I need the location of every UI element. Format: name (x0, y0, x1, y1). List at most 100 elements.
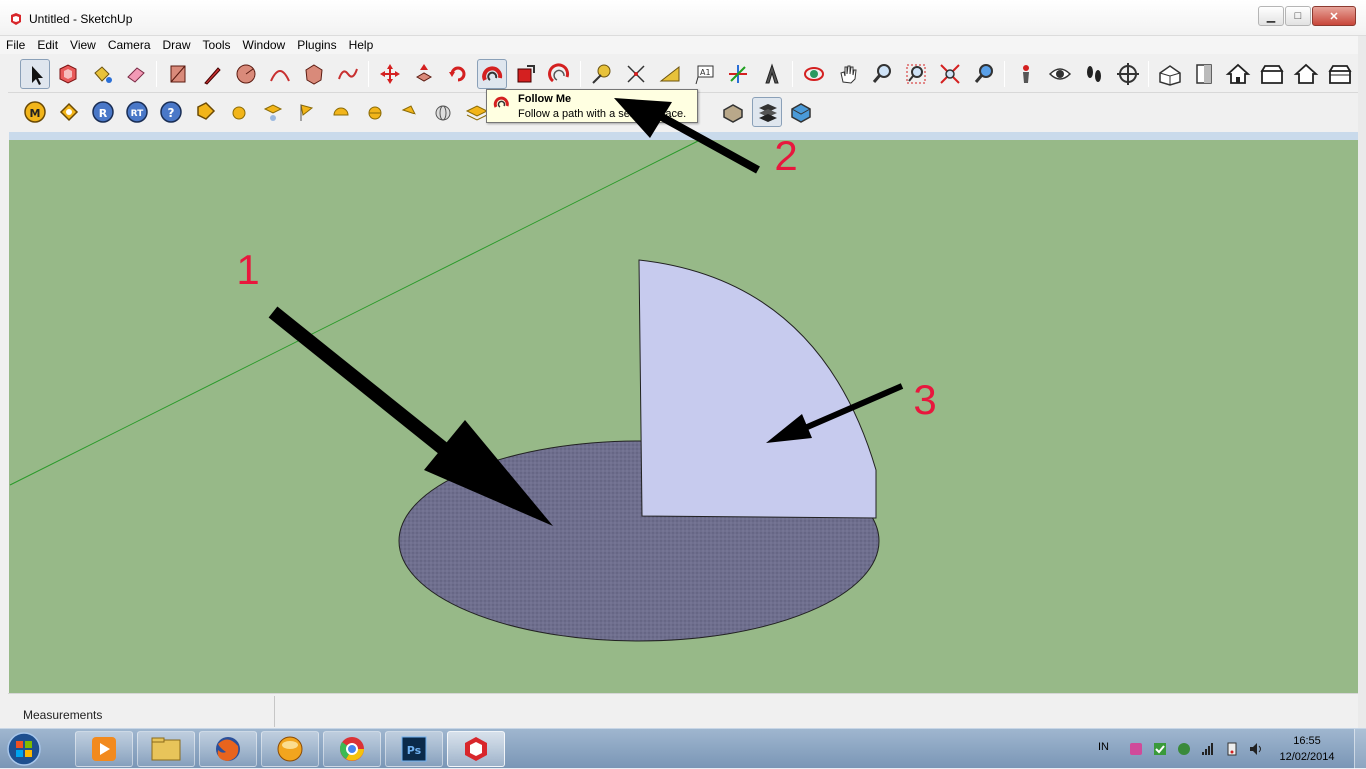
select-tool-icon[interactable] (20, 59, 50, 89)
sketchup-taskbar-icon (465, 737, 487, 761)
rotate-tool-icon[interactable] (443, 59, 473, 89)
maximize-button[interactable]: □ (1285, 6, 1311, 26)
follow-me-icon (493, 96, 509, 108)
walk-tool-icon[interactable] (1079, 59, 1109, 89)
follow-me-icon[interactable] (477, 59, 507, 89)
volume-icon[interactable] (1248, 741, 1264, 757)
menu-draw[interactable]: Draw (157, 36, 197, 54)
plugin-rt-icon[interactable]: RT (122, 97, 152, 127)
minimize-button[interactable]: ▁ (1258, 6, 1284, 26)
menu-file[interactable]: File (0, 36, 31, 54)
sketchup-logo-icon (11, 13, 21, 25)
clock-date[interactable]: 12/02/2014 (1272, 751, 1342, 763)
taskbar-firefox[interactable] (199, 731, 257, 767)
taskbar-photoshop[interactable]: Ps (385, 731, 443, 767)
circle-tool-icon[interactable] (231, 59, 261, 89)
menu-edit[interactable]: Edit (31, 36, 64, 54)
taskbar-chrome[interactable] (323, 731, 381, 767)
menu-camera[interactable]: Camera (102, 36, 157, 54)
title-bar[interactable]: Untitled - SketchUp ▁ □ ✕ (0, 0, 1366, 36)
paint-bucket-icon[interactable] (87, 59, 117, 89)
pan-tool-icon[interactable] (833, 59, 863, 89)
taskbar-sketchup[interactable] (447, 731, 505, 767)
plugin-m-label: M (30, 107, 41, 120)
sphere-icon[interactable] (224, 97, 254, 127)
layers-style-icon[interactable] (752, 97, 782, 127)
drawing-viewport[interactable] (9, 132, 1358, 693)
polygon-tool-icon[interactable] (299, 59, 329, 89)
eraser-icon[interactable] (121, 59, 151, 89)
section-plane-icon[interactable] (1113, 59, 1143, 89)
tape-measure-icon[interactable] (587, 59, 617, 89)
plugin-r-icon[interactable]: R (88, 97, 118, 127)
make-component-icon[interactable] (53, 59, 83, 89)
move-tool-icon[interactable] (375, 59, 405, 89)
position-camera-icon[interactable] (1011, 59, 1041, 89)
language-indicator[interactable]: IN (1098, 741, 1109, 753)
device-icon[interactable] (1224, 741, 1240, 757)
shaded-style-icon[interactable] (718, 97, 748, 127)
dimension-tool-icon[interactable] (621, 59, 651, 89)
follow-me-tooltip: Follow Me Follow a path with a selected … (486, 89, 698, 123)
scale-tool-icon[interactable] (511, 59, 541, 89)
offset-tool-icon[interactable] (545, 59, 575, 89)
text-tool-icon[interactable]: A1 (689, 59, 719, 89)
line-tool-icon[interactable] (197, 59, 227, 89)
tray-app-icon[interactable] (1128, 741, 1144, 757)
clock-time[interactable]: 16:55 (1272, 735, 1342, 747)
back-view-icon[interactable] (1291, 59, 1321, 89)
tooltip-title: Follow Me (518, 93, 572, 105)
torus-icon[interactable] (360, 97, 390, 127)
menu-view[interactable]: View (64, 36, 102, 54)
dome-icon[interactable] (258, 97, 288, 127)
zoom-window-icon[interactable] (901, 59, 931, 89)
menu-tools[interactable]: Tools (197, 36, 237, 54)
front-view-icon[interactable] (1223, 59, 1253, 89)
right-view-icon[interactable] (1257, 59, 1287, 89)
help-plugin-icon[interactable]: ? (156, 97, 186, 127)
network-signal-icon[interactable] (1200, 741, 1216, 757)
textured-style-icon[interactable] (786, 97, 816, 127)
start-button-icon[interactable] (4, 731, 44, 767)
window-title: Untitled - SketchUp (29, 12, 133, 26)
svg-text:A1: A1 (700, 68, 711, 77)
flag-icon[interactable] (292, 97, 322, 127)
toolbar-separator (580, 61, 581, 87)
look-around-icon[interactable] (1045, 59, 1075, 89)
rectangle-tool-icon[interactable] (163, 59, 193, 89)
menu-window[interactable]: Window (237, 36, 292, 54)
orbit-tool-icon[interactable] (799, 59, 829, 89)
tray-network-app-icon[interactable] (1176, 741, 1192, 757)
main-toolbar: A1 (8, 55, 1358, 93)
plugin-label-icon[interactable] (190, 97, 220, 127)
plugin-rt-label: RT (131, 109, 145, 119)
chrome-icon (340, 737, 364, 761)
iso-view-icon[interactable] (1155, 59, 1185, 89)
cone-icon[interactable] (394, 97, 424, 127)
menu-help[interactable]: Help (343, 36, 380, 54)
plugin-m-icon[interactable]: M (20, 97, 50, 127)
show-desktop-button[interactable] (1354, 729, 1366, 769)
close-button[interactable]: ✕ (1312, 6, 1356, 26)
tray-check-icon[interactable] (1152, 741, 1168, 757)
left-view-icon[interactable] (1325, 59, 1355, 89)
axes-tool-icon[interactable] (723, 59, 753, 89)
push-pull-icon[interactable] (409, 59, 439, 89)
3d-text-icon[interactable] (757, 59, 787, 89)
taskbar-explorer[interactable] (137, 731, 195, 767)
wire-sphere-icon[interactable] (428, 97, 458, 127)
plugin-tag-icon[interactable] (54, 97, 84, 127)
previous-view-icon[interactable] (969, 59, 999, 89)
zoom-tool-icon[interactable] (867, 59, 897, 89)
protractor-icon[interactable] (655, 59, 685, 89)
top-view-icon[interactable] (1189, 59, 1219, 89)
half-sphere-icon[interactable] (326, 97, 356, 127)
toolbar-separator (156, 61, 157, 87)
zoom-extents-icon[interactable] (935, 59, 965, 89)
taskbar-gnome-app[interactable] (261, 731, 319, 767)
freehand-tool-icon[interactable] (333, 59, 363, 89)
taskbar-media-player[interactable] (75, 731, 133, 767)
menu-plugins[interactable]: Plugins (291, 36, 342, 54)
toolbar-separator (1148, 61, 1149, 87)
arc-tool-icon[interactable] (265, 59, 295, 89)
